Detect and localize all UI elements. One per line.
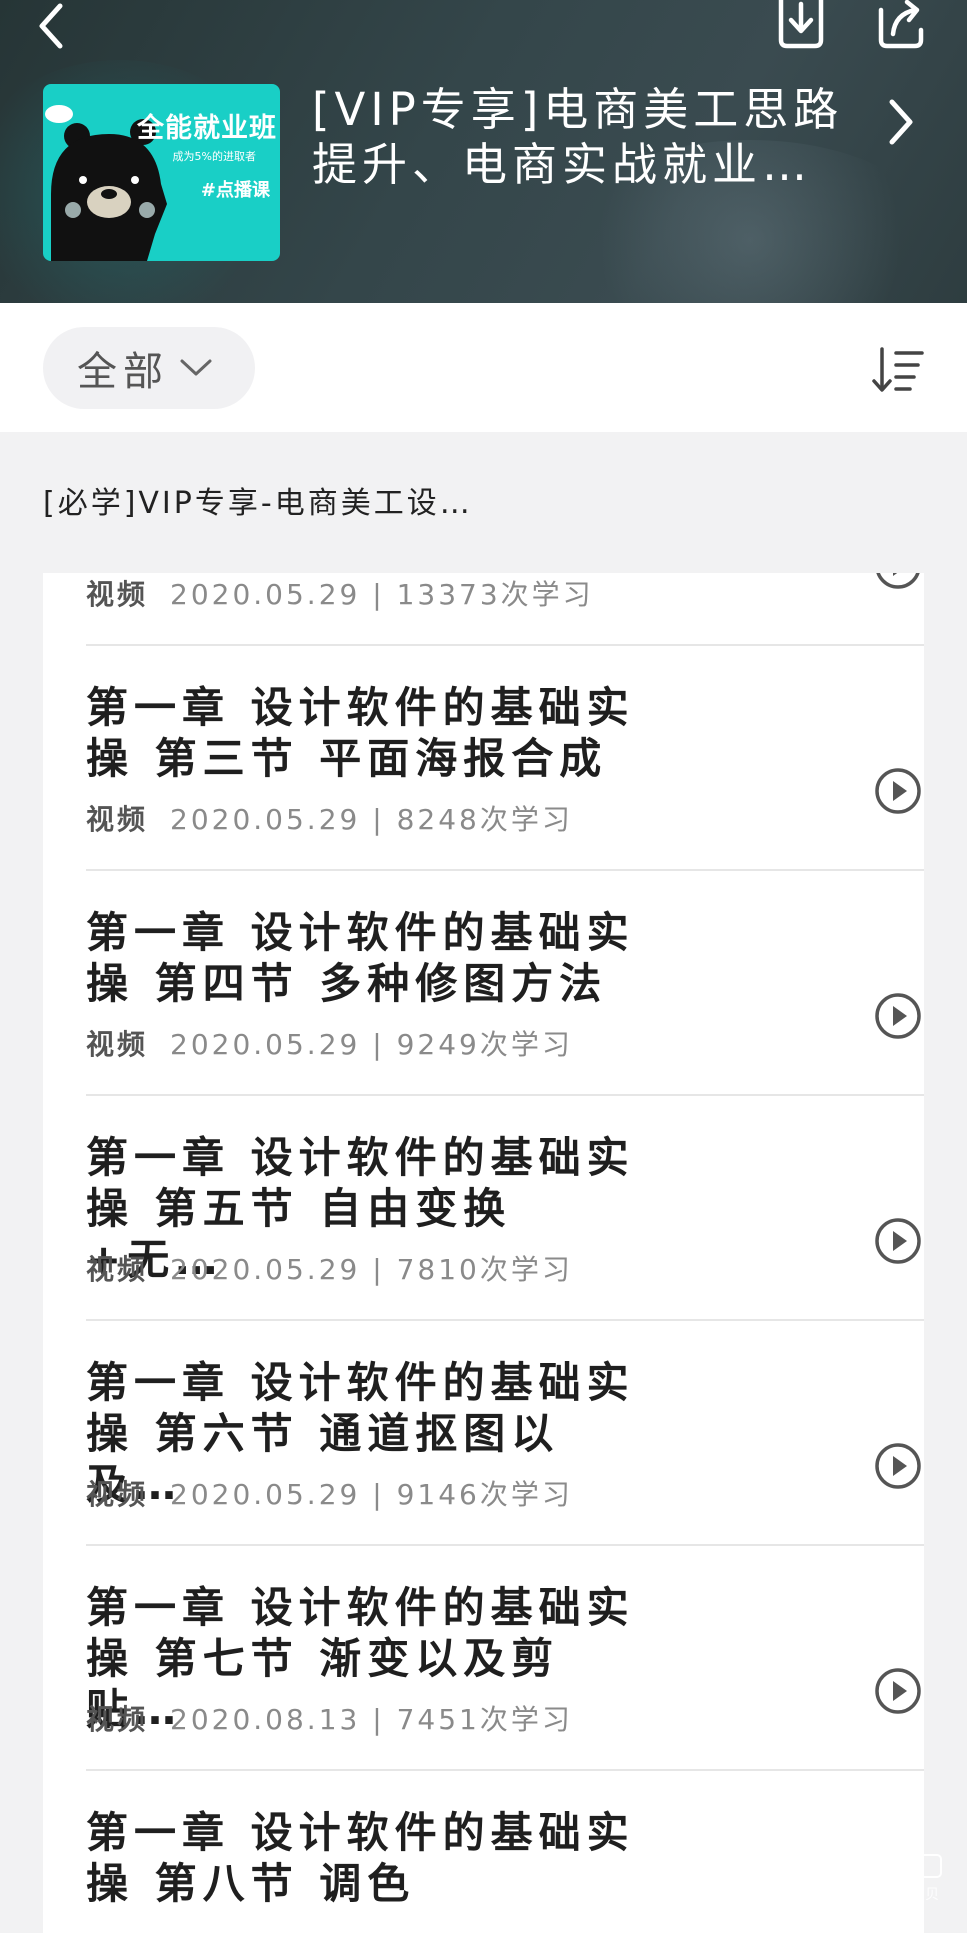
meta-separator: | <box>360 803 397 836</box>
download-icon <box>778 0 824 49</box>
lesson-meta: 视频 2020.05.29 | 7810次学习 <box>86 1248 573 1288</box>
filter-dropdown[interactable]: 全部 <box>43 327 255 409</box>
list-item[interactable]: 第一章 设计软件的基础实操 第六节 通道抠图以及… 视频 2020.05.29 |… <box>86 1321 924 1546</box>
meta-separator: | <box>360 578 397 611</box>
list-item[interactable]: 第一章 设计软件的基础实操 第三节 平面海报合成 视频 2020.05.29 | … <box>86 646 924 871</box>
lesson-date: 2020.08.13 <box>170 1703 361 1736</box>
chevron-down-icon <box>180 359 212 376</box>
cover-title: 全能就业班 <box>137 113 277 144</box>
lesson-title: 第一章 设计软件的基础实操 第三节 平面海报合成 <box>86 683 635 783</box>
filter-bar: 全部 <box>0 303 967 432</box>
lesson-date: 2020.05.29 <box>170 1253 361 1286</box>
lesson-views: 9146次学习 <box>396 1478 573 1511</box>
course-cover-image[interactable]: 全能就业班 成为5%的进取者 #点播课 <box>43 84 280 261</box>
lesson-views: 7451次学习 <box>396 1703 573 1736</box>
lesson-type: 视频 <box>86 578 149 611</box>
share-button[interactable] <box>868 0 934 56</box>
cover-subtitle: 成为5%的进取者 <box>172 150 256 163</box>
back-button[interactable] <box>22 0 78 56</box>
filter-selected-label: 全部 <box>77 349 169 395</box>
play-icon[interactable] <box>873 991 923 1041</box>
lesson-list: 视频 2020.05.29 | 13373次学习 第一章 设计软件的基础实操 第三… <box>43 573 924 1933</box>
chevron-right-icon <box>889 99 913 145</box>
cover-tag: #点播课 <box>200 180 270 201</box>
course-detail-button[interactable] <box>872 90 928 154</box>
list-item[interactable]: 第一章 设计软件的基础实操 第七节 渐变以及剪贴… 视频 2020.08.13 |… <box>86 1546 924 1771</box>
download-button[interactable] <box>768 0 834 56</box>
lesson-type: 视频 <box>86 1253 149 1286</box>
course-header: 全能就业班 成为5%的进取者 #点播课 [VIP专享]电商美工思路提升、电商实战… <box>0 0 967 303</box>
lesson-date: 2020.05.29 <box>170 578 361 611</box>
list-item[interactable]: 第一章 设计软件的基础实操 第五节 自由变换+无… 视频 2020.05.29 |… <box>86 1096 924 1321</box>
lesson-meta: 视频 2020.05.29 | 8248次学习 <box>86 798 573 838</box>
lesson-meta: 视频 2020.05.29 | 9249次学习 <box>86 1023 573 1063</box>
lesson-views: 7810次学习 <box>396 1253 573 1286</box>
watermark-logo <box>902 1854 942 1878</box>
play-icon[interactable] <box>873 766 923 816</box>
lesson-title: 第一章 设计软件的基础实操 第四节 多种修图方法 <box>86 908 635 1008</box>
lesson-date: 2020.05.29 <box>170 803 361 836</box>
back-arrow-icon <box>39 3 63 49</box>
play-icon[interactable] <box>873 1441 923 1491</box>
share-icon <box>878 0 924 49</box>
sort-icon[interactable] <box>872 347 924 393</box>
lesson-type: 视频 <box>86 1478 149 1511</box>
meta-separator: | <box>360 1703 397 1736</box>
lesson-meta: 视频 2020.08.13 | 7451次学习 <box>86 1698 573 1738</box>
play-icon[interactable] <box>873 573 923 591</box>
lesson-date: 2020.05.29 <box>170 1028 361 1061</box>
lesson-meta: 视频 2020.05.29 | 13373次学习 <box>86 573 594 613</box>
meta-separator: | <box>360 1028 397 1061</box>
watermark-text: 闲鱼号: 冰是爱玩的川贝 <box>790 1887 940 1903</box>
course-title[interactable]: [VIP专享]电商美工思路提升、电商实战就业… <box>312 82 857 192</box>
lesson-type: 视频 <box>86 1703 149 1736</box>
play-icon[interactable] <box>873 1666 923 1716</box>
lesson-title: 第一章 设计软件的基础实操 第八节 调色 <box>86 1808 635 1908</box>
list-item[interactable]: 第一章 设计软件的基础实操 第四节 多种修图方法 视频 2020.05.29 | … <box>86 871 924 1096</box>
lesson-views: 9249次学习 <box>396 1028 573 1061</box>
lesson-type: 视频 <box>86 1028 149 1061</box>
section-title[interactable]: [必学]VIP专享-电商美工设… <box>43 478 923 522</box>
play-icon[interactable] <box>873 1216 923 1266</box>
meta-separator: | <box>360 1253 397 1286</box>
lesson-views: 13373次学习 <box>396 578 594 611</box>
lesson-views: 8248次学习 <box>396 803 573 836</box>
lesson-meta: 视频 2020.05.29 | 9146次学习 <box>86 1473 573 1513</box>
list-item[interactable]: 视频 2020.05.29 | 13373次学习 <box>86 573 924 646</box>
lesson-type: 视频 <box>86 803 149 836</box>
list-item[interactable]: 第一章 设计软件的基础实操 第八节 调色 <box>86 1771 924 1933</box>
lesson-date: 2020.05.29 <box>170 1478 361 1511</box>
meta-separator: | <box>360 1478 397 1511</box>
